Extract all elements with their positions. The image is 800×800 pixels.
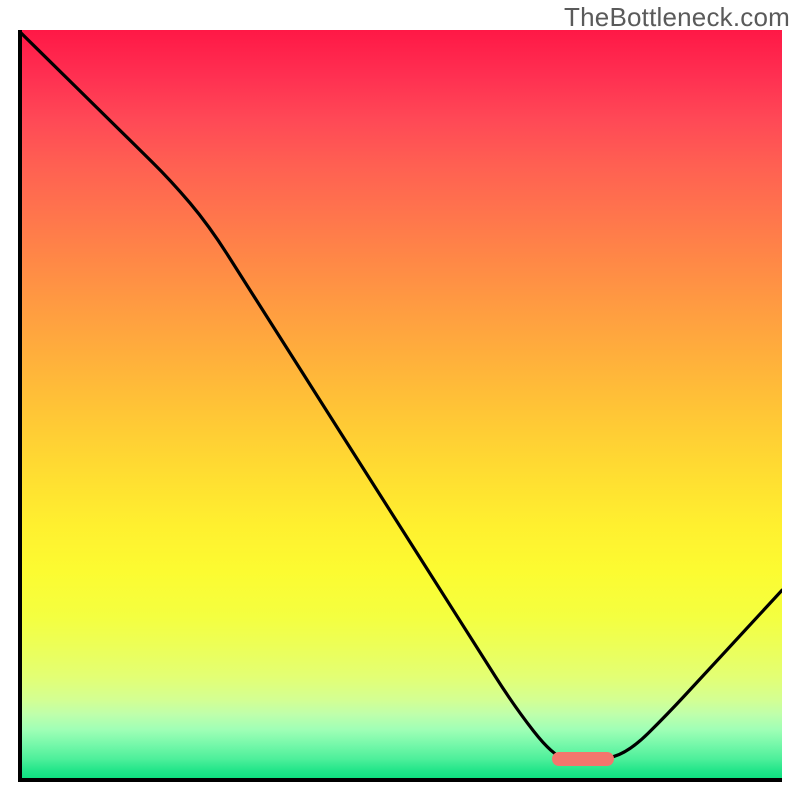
watermark-text: TheBottleneck.com: [564, 2, 790, 33]
chart-container: TheBottleneck.com: [0, 0, 800, 800]
line-chart-svg: [18, 30, 782, 782]
bottleneck-curve-line: [18, 30, 782, 761]
optimal-range-marker: [552, 752, 614, 766]
